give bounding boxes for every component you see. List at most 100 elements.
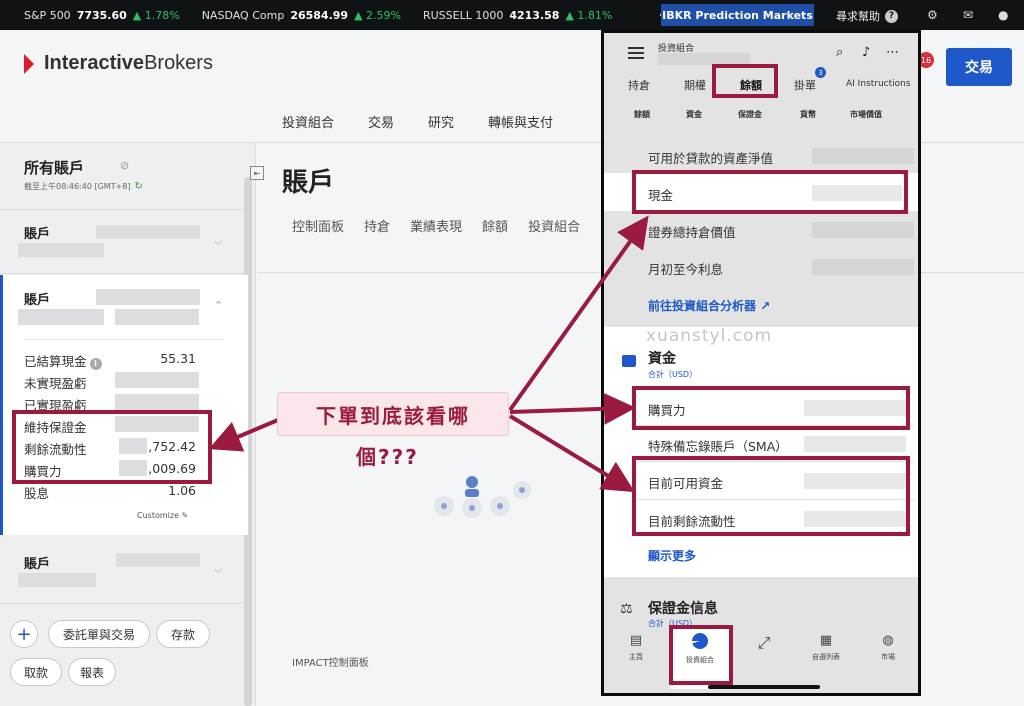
highlight-box-buying-power [632,386,910,430]
external-link-icon: ↗ [760,299,771,313]
prediction-markets-button[interactable]: IBKR Prediction Markets [661,4,814,26]
user-icon[interactable]: ● [998,8,1008,22]
hide-values-icon[interactable]: ⊘ [120,159,129,172]
nav-transfer[interactable]: 轉帳與支付 [488,112,553,131]
tab-ai-instructions[interactable]: AI Instructions [846,79,911,89]
ticker-nasdaq[interactable]: NASDAQ Comp 26584.99 ▲ 2.59% [202,9,401,22]
timestamp-text: 截至上午08:46:40 [GMT+8] [24,182,131,191]
customize-label: Customize [137,511,179,520]
watchlist-icon: ▦ [819,633,833,648]
highlight-box-portfolio-nav [669,625,733,685]
globe-icon: ◍ [882,633,894,648]
tab-open-orders[interactable]: 掛單 [794,77,816,93]
impact-dashboard-label[interactable]: IMPACT控制面板 [292,654,369,669]
subtab-balance[interactable]: 餘額 [634,109,650,120]
redacted-value [115,372,199,388]
link-label: 前往投資組合分析器 [648,299,757,313]
nav-home[interactable]: ▤ 主頁 [606,633,666,662]
ticker-change: ▲ 1.81% [565,8,613,22]
withdraw-button[interactable]: 取款 [10,658,62,686]
nav-portfolio[interactable]: 投資組合 [282,112,334,131]
network-illustration-icon [434,476,531,518]
redacted-value [804,436,906,452]
row-value: 55.31 [160,351,196,366]
bell-icon[interactable]: ♪ [862,45,870,60]
account-label[interactable]: 賬戶 [24,289,50,308]
question-callout-line2: 個??? [356,445,419,469]
info-icon[interactable]: i [89,357,102,370]
settings-icon[interactable]: ⚙ [927,8,938,22]
timestamp: 截至上午08:46:40 [GMT+8] ↻ [24,181,143,192]
redacted-value [18,309,104,325]
help-label: 尋求幫助 [836,10,880,23]
menu-icon[interactable] [628,47,644,59]
redacted-value [115,309,199,325]
nav-watchlist[interactable]: ▦ 自選列表 [796,633,856,662]
add-button[interactable]: + [10,620,38,648]
account-tabs: 控制面板 持倉 業績表現 餘額 投資組合 [292,216,580,235]
highlight-box-sidebar [12,410,212,484]
subtab-currency[interactable]: 貨幣 [800,109,816,120]
mail-icon[interactable]: ✉ [963,8,973,22]
row-sma: 特殊備忘錄賬戶（SMA） [648,439,788,454]
nav-markets[interactable]: ◍ 市場 [858,633,918,662]
subtab-funds[interactable]: 資金 [686,109,702,120]
subtab-margin[interactable]: 保證金 [738,109,762,120]
reports-button[interactable]: 報表 [68,658,116,686]
tab-portfolio[interactable]: 投資組合 [528,216,580,235]
account-label[interactable]: 賬戶 [24,223,50,242]
chevron-down-icon[interactable]: ⌵ [214,563,222,577]
tab-performance[interactable]: 業績表現 [410,216,462,235]
scale-icon: ⚖ [620,601,633,617]
orders-trades-button[interactable]: 委託單與交易 [48,620,150,648]
redacted-value [812,259,914,275]
tab-positions[interactable]: 持倉 [628,77,650,93]
ticker-value: 26584.99 [290,8,349,22]
tab-dashboard[interactable]: 控制面板 [292,216,344,235]
divider [0,209,244,210]
logo-mark-icon [24,53,40,74]
account-label[interactable]: 賬戶 [24,553,50,572]
nav-trade[interactable]: ⤢ [734,633,794,657]
row-settled-cash: 已結算現金 i 55.31 [24,351,196,370]
redacted-value [96,225,200,239]
refresh-icon[interactable]: ↻ [135,181,143,192]
divider [24,339,224,340]
subtab-market-value[interactable]: 市場價值 [850,109,882,120]
chevron-down-icon[interactable]: ⌵ [214,235,222,249]
tab-balances[interactable]: 餘額 [482,216,508,235]
ticker-name: S&P 500 [24,8,71,22]
nav-research[interactable]: 研究 [428,112,454,131]
more-icon[interactable]: ⋯ [886,45,899,60]
nav-label: 自選列表 [812,653,840,661]
nav-label: 市場 [881,653,895,661]
ticker-change: ▲ 1.78% [132,8,180,22]
ticker-sp500[interactable]: S&P 500 7735.60 ▲ 1.78% [24,9,180,22]
home-indicator [708,685,820,689]
redacted-value [18,573,96,587]
deposit-button[interactable]: 存款 [156,620,210,648]
chart-icon: ▤ [629,633,643,648]
tab-options[interactable]: 期權 [684,77,706,93]
row-label: 股息 [24,486,50,501]
customize-link[interactable]: Customize ✎ [137,511,188,520]
ibkr-logo[interactable]: InteractiveBrokers [24,52,213,75]
highlight-box-cash [632,170,908,214]
redacted-value [96,289,200,305]
show-more-link[interactable]: 顯示更多 [648,547,696,564]
redacted-value [116,553,200,567]
watermark: xuanstyl.com [646,326,773,346]
trade-button[interactable]: 交易 [946,48,1012,86]
tab-positions[interactable]: 持倉 [364,216,390,235]
redacted-value [812,148,914,164]
ticker-russell[interactable]: RUSSELL 1000 4213.58 ▲ 1.81% [423,9,612,22]
collapse-sidebar-icon[interactable]: ⇤ [250,166,264,180]
wallet-icon [622,355,636,367]
search-icon[interactable]: ⌕ [836,45,843,60]
question-icon: ? [885,9,898,23]
help-button[interactable]: 尋求幫助? [836,8,898,24]
chevron-up-icon[interactable]: ⌃ [214,299,223,312]
nav-trade[interactable]: 交易 [368,112,394,131]
portfolio-analyst-link[interactable]: 前往投資組合分析器 ↗ [648,297,770,314]
main-nav: 投資組合 交易 研究 轉帳與支付 [282,112,553,131]
